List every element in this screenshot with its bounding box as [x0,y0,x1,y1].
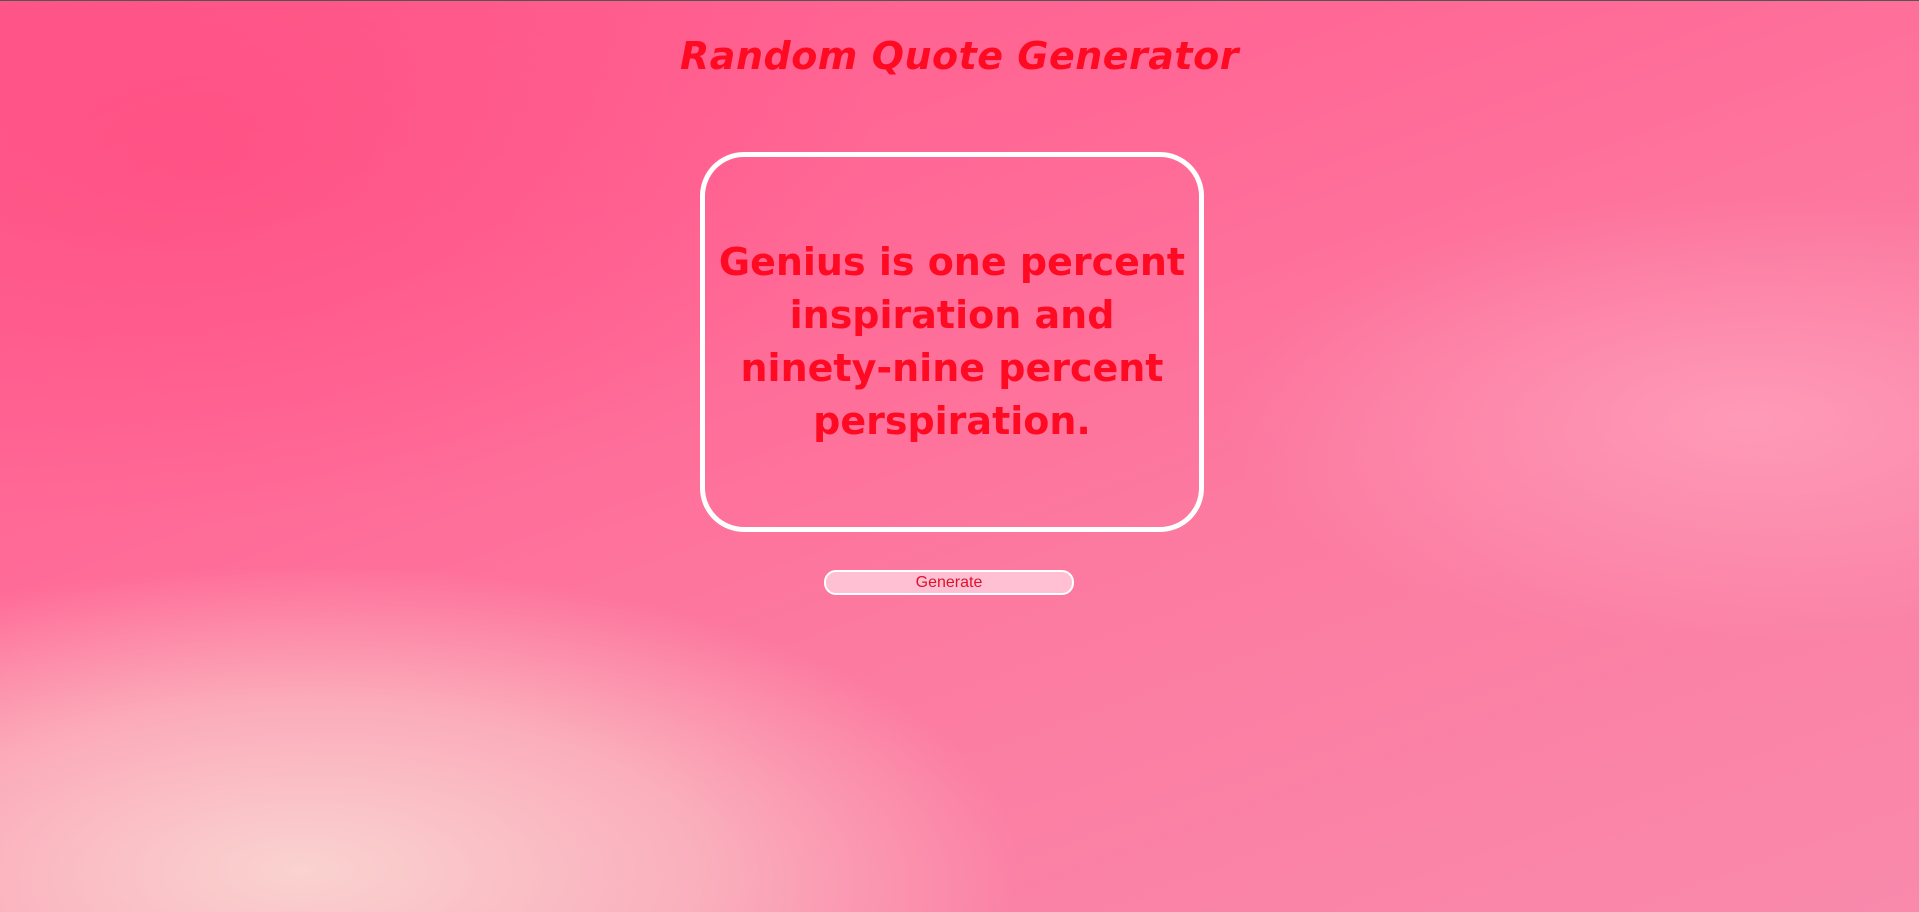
quote-text: Genius is one percent inspiration and ni… [718,240,1186,443]
quote-card: Genius is one percent inspiration and ni… [700,152,1204,532]
page-title: Random Quote Generator [680,34,1239,78]
generate-button[interactable]: Generate [824,570,1074,595]
window-top-border [0,0,1919,1]
